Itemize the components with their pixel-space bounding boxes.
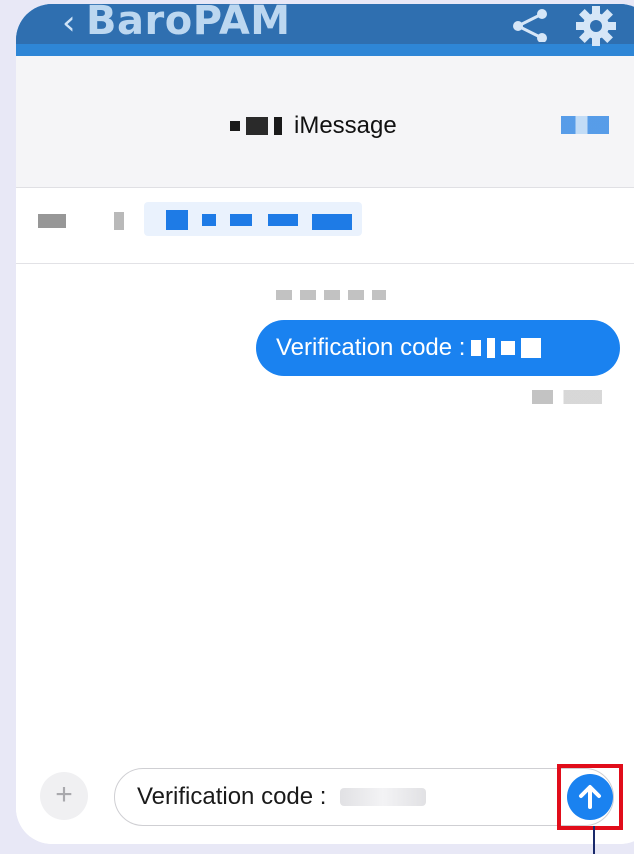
arrow-up-icon	[579, 785, 601, 809]
contact-service-label: iMessage	[294, 112, 397, 139]
redacted-recipient	[312, 214, 352, 230]
contact-title[interactable]: iMessage	[230, 112, 397, 140]
app-title: BaroPAM	[86, 4, 291, 44]
to-label	[114, 212, 124, 230]
redacted-code	[340, 788, 427, 806]
message-composer: + Verification code :	[16, 748, 634, 844]
message-thread: Verification code :	[16, 264, 634, 744]
recipient-row	[16, 188, 634, 264]
gear-icon[interactable]	[576, 6, 616, 46]
redacted-contact	[246, 117, 268, 135]
annotation-pointer	[593, 826, 595, 854]
send-button[interactable]	[567, 774, 613, 820]
sent-message-bubble[interactable]: Verification code :	[256, 320, 620, 376]
message-text: Verification code :	[276, 334, 466, 361]
share-icon[interactable]	[510, 8, 550, 42]
attach-button[interactable]: +	[40, 772, 88, 820]
chevron-left-icon[interactable]: ‹	[62, 6, 76, 40]
to-label	[38, 214, 66, 228]
app-bar: ‹ BaroPAM	[16, 4, 634, 56]
header-action-button[interactable]	[561, 116, 609, 134]
redacted-contact	[230, 121, 240, 131]
redacted-contact	[274, 117, 282, 135]
redacted-code	[471, 338, 542, 358]
redacted-recipient	[202, 214, 216, 226]
phone-screen: ‹ BaroPAM iMessage Verification code: +…	[16, 4, 634, 844]
message-header: iMessage	[16, 56, 634, 188]
recipient-chip[interactable]	[144, 202, 362, 236]
redacted-recipient	[230, 214, 252, 226]
redacted-recipient	[166, 210, 188, 230]
message-input-text: Verification code :	[137, 783, 327, 810]
message-input[interactable]: Verification code :	[114, 768, 614, 826]
delivery-status	[532, 390, 602, 404]
redacted-recipient	[268, 214, 298, 226]
timestamp	[276, 290, 386, 300]
